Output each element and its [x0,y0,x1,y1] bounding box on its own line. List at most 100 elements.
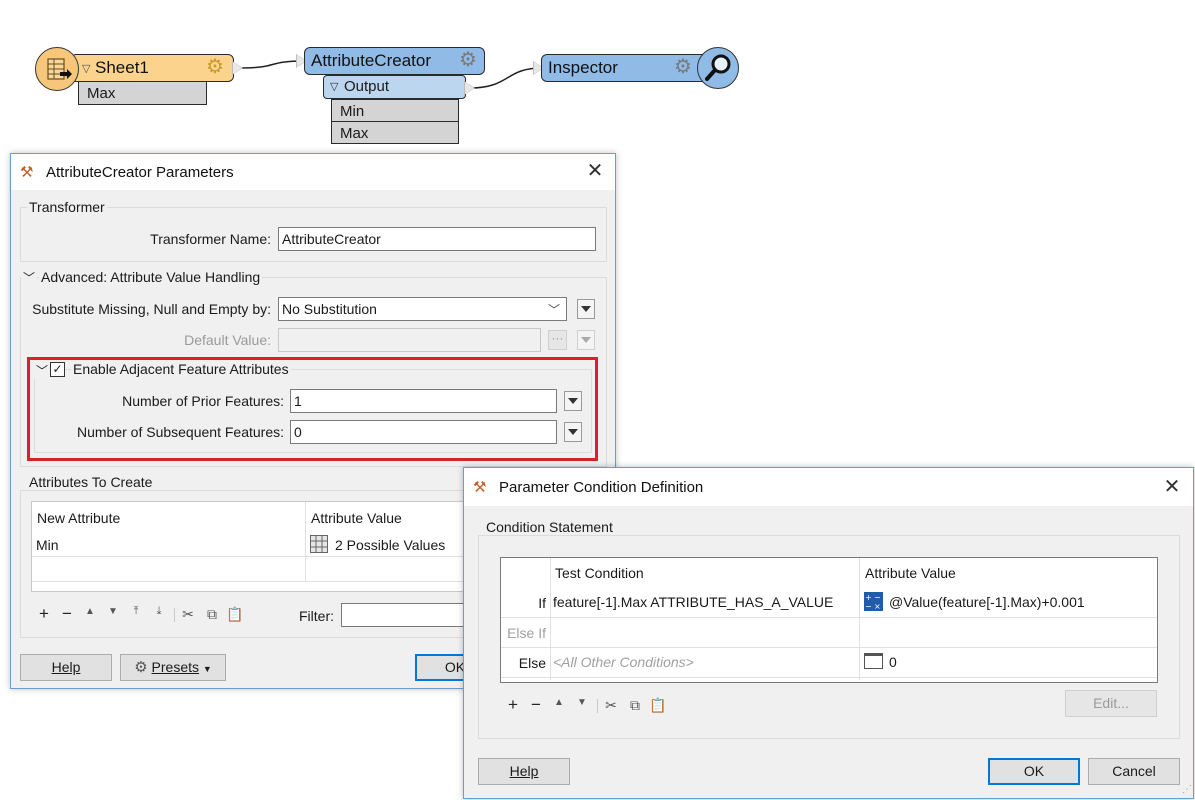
move-up-icon[interactable]: ▲ [550,697,568,708]
move-down-icon[interactable]: ▼ [573,697,591,708]
gear-icon[interactable]: ⚙ [459,50,477,70]
help-button-label: Help [51,659,81,675]
group-title: Advanced: Attribute Value Handling [39,269,263,285]
presets-button-label: Presets [151,659,199,675]
default-value-label: Default Value: [184,332,271,348]
row-kind-else: Else [518,655,546,671]
text-value-icon [864,653,883,669]
reader-attr-max: Max [78,81,207,105]
group-title: Attributes To Create [27,474,155,490]
paste-icon[interactable]: 📋 [226,606,244,623]
expand-triangle-icon[interactable]: ▽ [330,80,338,93]
attribute-value-cell[interactable]: 2 Possible Values [335,537,445,553]
move-bottom-icon[interactable]: ⤓ [150,605,168,618]
gear-icon: ⚙ [134,659,148,676]
default-value-options-button [577,330,595,350]
output-port[interactable] [232,61,243,75]
filter-label: Filter: [299,608,334,624]
toolbar-separator [174,608,175,622]
remove-icon[interactable]: − [527,695,545,715]
add-icon[interactable]: + [35,604,53,624]
copy-icon[interactable]: ⧉ [203,606,221,623]
prior-features-field[interactable]: 1 [290,389,557,413]
group-title: Transformer [27,199,107,215]
row-divider [501,647,1157,648]
column-header: Attribute Value [311,510,402,526]
svg-text:−: − [874,593,881,602]
gear-icon[interactable]: ⚙ [674,57,692,77]
row-divider [501,617,1157,618]
output-port-label: Output [344,78,390,95]
move-top-icon[interactable]: ⤒ [127,605,145,618]
toolbar-separator [597,699,598,713]
prior-features-label: Number of Prior Features: [122,393,284,409]
group-title: Condition Statement [484,519,615,535]
column-divider [305,502,306,582]
substitute-label: Substitute Missing, Null and Empty by: [32,301,271,317]
output-port[interactable] [464,81,475,95]
filter-input[interactable] [341,603,471,627]
svg-text:+: + [865,593,872,602]
reader-label: Sheet1 [95,58,149,77]
adjacent-label: Enable Adjacent Feature Attributes [71,361,291,377]
remove-icon[interactable]: − [58,604,76,624]
column-header: New Attribute [37,510,121,526]
cut-icon[interactable]: ✂ [179,606,197,623]
caret-down-icon: ▼ [202,664,212,674]
table-icon [310,535,328,553]
row-divider [501,677,1157,678]
inspector-label: Inspector [548,58,618,77]
move-up-icon[interactable]: ▲ [81,606,99,617]
column-header: Attribute Value [865,565,956,581]
creator-attr-min: Min [331,99,459,122]
test-condition-cell: <All Other Conditions> [553,654,694,670]
attribute-value-cell[interactable]: @Value(feature[-1].Max)+0.001 [889,594,1085,610]
ellipsis-button: ··· [548,330,567,350]
cut-icon[interactable]: ✂ [602,697,620,714]
ok-button[interactable]: OK [988,758,1080,785]
expand-triangle-icon[interactable]: ▽ [82,62,90,75]
svg-text:−: − [865,602,872,611]
subsequent-features-label: Number of Subsequent Features: [76,424,284,440]
substitute-options-button[interactable] [577,299,595,319]
creator-attr-max: Max [331,121,459,144]
resize-grip-icon[interactable]: ⋰ [1182,784,1192,795]
row-kind-if: If [538,595,546,611]
adjacent-checkbox[interactable]: ✓ [50,362,65,377]
close-icon[interactable]: ✕ [1161,476,1183,498]
tools-icon: ⚒ [473,479,487,496]
move-down-icon[interactable]: ▼ [104,606,122,617]
subsequent-features-field[interactable]: 0 [290,420,557,444]
substitute-select-value: No Substitution [282,301,377,317]
test-condition-cell[interactable]: feature[-1].Max ATTRIBUTE_HAS_A_VALUE [553,594,833,610]
chevron-down-icon[interactable]: ﹀ [34,362,51,379]
column-header: Test Condition [555,565,644,581]
chevron-down-icon: ﹀ [547,303,560,317]
add-icon[interactable]: + [504,695,522,715]
help-button[interactable]: Help [478,758,570,785]
transformer-name-field[interactable]: AttributeCreator [278,227,596,251]
svg-text:×: × [874,602,881,611]
edit-button: Edit... [1065,690,1157,717]
prior-features-options-button[interactable] [564,391,582,411]
close-icon[interactable]: ✕ [584,160,606,182]
copy-icon[interactable]: ⧉ [626,697,644,714]
subsequent-features-options-button[interactable] [564,422,582,442]
cancel-button[interactable]: Cancel [1088,758,1180,785]
attribute-value-cell[interactable]: 0 [889,654,897,670]
transformer-label: AttributeCreator [311,51,431,70]
reader-icon [35,47,79,91]
help-button-label: Help [509,763,539,779]
paste-icon[interactable]: 📋 [649,697,667,714]
expression-icon: + − − × [864,592,883,611]
help-button[interactable]: Help [20,654,112,681]
chevron-down-icon[interactable]: ﹀ [21,269,38,286]
gear-icon[interactable]: ⚙ [206,57,224,77]
attribute-name-cell[interactable]: Min [36,537,59,553]
column-divider [859,558,860,680]
presets-button[interactable]: ⚙ Presets ▼ [120,654,226,681]
substitute-select[interactable]: No Substitution ﹀ [278,297,567,321]
tools-icon: ⚒ [20,164,34,181]
row-kind-else-if: Else If [507,625,546,641]
transformer-name-label: Transformer Name: [150,231,271,247]
